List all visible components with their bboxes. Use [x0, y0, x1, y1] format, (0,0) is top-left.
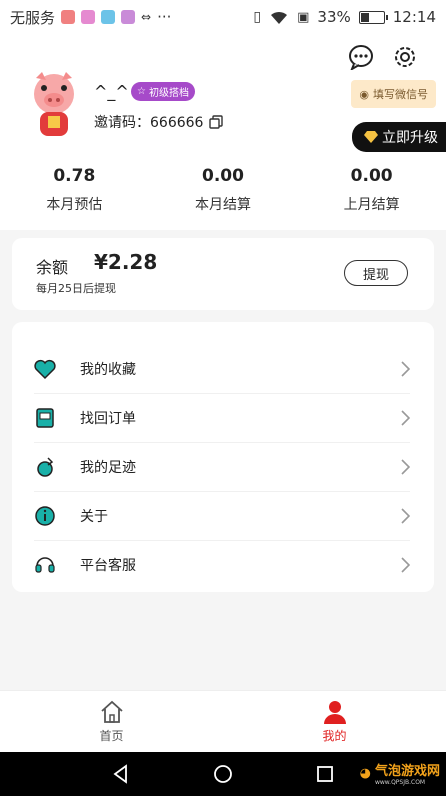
menu-item-about[interactable]: 关于 — [12, 491, 434, 540]
more-notifications: ··· — [157, 8, 172, 26]
tab-home[interactable]: 首页 — [0, 691, 223, 752]
earnings-stats: 0.78 本月预估 0.00 本月结算 0.00 上月结算 — [0, 166, 446, 214]
invite-code-row: 邀请码：666666 — [94, 112, 224, 132]
stat-value: 0.00 — [202, 166, 244, 186]
avatar[interactable] — [24, 70, 84, 140]
notification-app-icon — [121, 10, 136, 24]
watermark: ◕ 气泡游戏网 www.QPSJB.COM — [360, 760, 440, 786]
chevron-right-icon — [401, 556, 410, 573]
stat-label: 本月结算 — [194, 197, 251, 213]
tab-label: 我的 — [322, 728, 347, 743]
chevron-right-icon — [401, 409, 410, 426]
menu-item-recover-order[interactable]: 找回订单 — [12, 393, 434, 442]
order-icon — [36, 407, 54, 428]
headset-icon — [35, 556, 55, 573]
vibrate-icon: ▯ — [253, 9, 262, 25]
back-icon[interactable] — [111, 764, 131, 784]
watermark-text: 气泡游戏网 — [374, 764, 440, 779]
wifi-icon — [271, 11, 288, 24]
withdraw-button[interactable]: 提现 — [344, 260, 408, 286]
balance-card: 余额 ¥2.28 每月25日后提现 提现 — [12, 238, 434, 310]
gear-icon[interactable] — [392, 44, 418, 70]
notification-app-icon — [61, 10, 76, 24]
status-bar: 无服务 ⇔ ··· ▯ ▣ 33% 12:14 — [0, 0, 446, 34]
menu-item-label: 关于 — [80, 508, 108, 525]
level-badge: ☆ 初级搭档 — [131, 82, 195, 101]
menu-item-label: 我的足迹 — [80, 459, 136, 476]
message-icon[interactable] — [348, 44, 374, 70]
tab-label: 首页 — [99, 728, 124, 743]
balance-amount: ¥2.28 — [94, 250, 158, 274]
profile-header: ◉ 填写微信号 立即升级 ^_^ ☆ 初级搭档 邀请码：666666 0.78 … — [0, 34, 446, 230]
wechat-icon: ◉ — [359, 87, 369, 101]
notification-app-icon — [101, 10, 116, 24]
nickname: ^_^ — [94, 82, 129, 101]
battery-icon — [358, 10, 388, 24]
fill-wechat-button[interactable]: ◉ 填写微信号 — [351, 80, 436, 108]
notification-app-icon — [81, 10, 96, 24]
profile-icon — [323, 700, 346, 724]
level-label: 初级搭档 — [148, 88, 189, 99]
watermark-url: www.QPSJB.COM — [374, 779, 426, 786]
fill-wechat-label: 填写微信号 — [373, 88, 428, 101]
stat-monthly-estimate[interactable]: 0.78 本月预估 — [19, 166, 129, 214]
link-icon: ⇔ — [141, 10, 152, 24]
balance-title: 余额 — [36, 258, 69, 277]
stat-label: 本月预估 — [46, 197, 103, 213]
stat-value: 0.78 — [53, 166, 96, 186]
watermark-logo-icon: ◕ — [359, 765, 371, 781]
menu-item-label: 找回订单 — [80, 410, 136, 427]
menu-item-footprints[interactable]: 我的足迹 — [12, 442, 434, 491]
upgrade-button[interactable]: 立即升级 — [352, 122, 446, 152]
bottom-tab-bar: 首页 我的 — [0, 690, 446, 752]
copy-icon[interactable] — [209, 115, 224, 129]
menu-item-favorites[interactable]: 我的收藏 — [12, 344, 434, 393]
recents-icon[interactable] — [315, 764, 335, 784]
heart-icon — [34, 359, 56, 379]
chevron-right-icon — [401, 360, 410, 377]
home-circle-icon[interactable] — [213, 764, 233, 784]
tab-profile[interactable]: 我的 — [223, 691, 446, 752]
stat-last-month-settled[interactable]: 0.00 上月结算 — [317, 166, 427, 214]
info-icon — [35, 505, 55, 526]
stat-value: 0.00 — [350, 166, 393, 186]
diamond-icon — [364, 131, 378, 143]
carrier-text: 无服务 — [10, 8, 56, 27]
invite-code: 666666 — [150, 115, 204, 131]
invite-label: 邀请码： — [94, 115, 150, 131]
menu-list: 我的收藏 找回订单 我的足迹 关于 平台客服 — [12, 322, 434, 592]
menu-item-label: 平台客服 — [80, 557, 136, 574]
stat-label: 上月结算 — [343, 197, 400, 213]
home-icon — [100, 700, 123, 723]
star-icon: ☆ — [137, 86, 146, 97]
clock: 12:14 — [392, 8, 436, 26]
balance-note: 每月25日后提现 — [36, 282, 116, 295]
battery-percent: 33% — [317, 8, 351, 26]
sim-icon: ▣ — [297, 9, 310, 25]
stat-monthly-settled[interactable]: 0.00 本月结算 — [168, 166, 278, 214]
chevron-right-icon — [401, 458, 410, 475]
menu-item-customer-service[interactable]: 平台客服 — [12, 540, 434, 589]
upgrade-label: 立即升级 — [382, 130, 438, 146]
chevron-right-icon — [401, 507, 410, 524]
menu-item-label: 我的收藏 — [80, 361, 136, 378]
footprint-icon — [37, 456, 54, 477]
